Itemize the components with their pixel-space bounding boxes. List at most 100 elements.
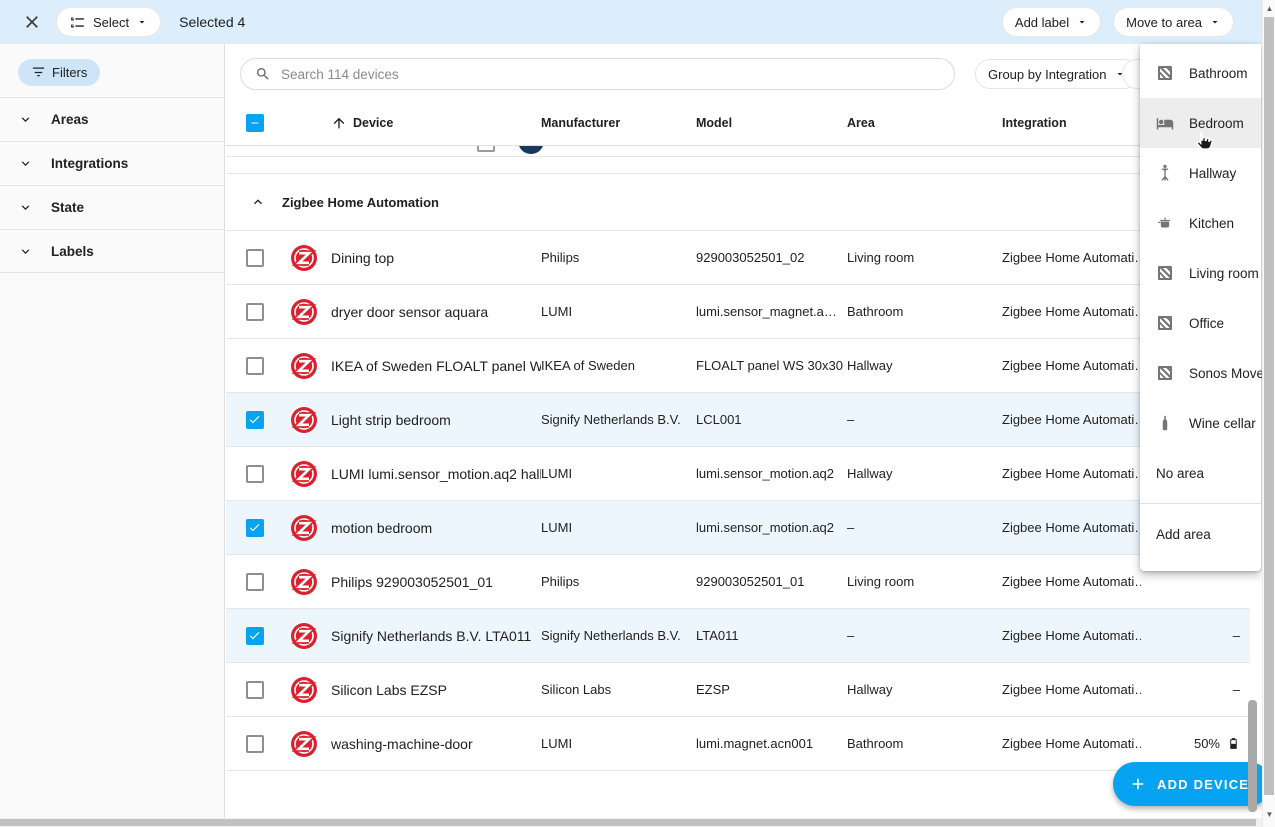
- device-manufacturer: Silicon Labs: [541, 682, 696, 697]
- table-row[interactable]: Light strip bedroomSignify Netherlands B…: [226, 393, 1250, 447]
- move-to-area-button[interactable]: Move to area: [1113, 7, 1234, 37]
- search-box[interactable]: [240, 58, 955, 90]
- device-manufacturer: Signify Netherlands B.V.: [541, 412, 696, 427]
- row-checkbox[interactable]: [246, 735, 264, 753]
- column-header-integration[interactable]: Integration: [1002, 116, 1141, 130]
- row-checkbox[interactable]: [477, 146, 495, 152]
- column-header-manufacturer[interactable]: Manufacturer: [541, 116, 696, 130]
- mouse-cursor: [1192, 130, 1214, 154]
- menu-item-bathroom[interactable]: Bathroom: [1140, 48, 1261, 98]
- row-checkbox[interactable]: [246, 573, 264, 591]
- menu-item-label: Wine cellar: [1189, 416, 1256, 431]
- selected-count: Selected 4: [179, 14, 245, 30]
- menu-item-no-area[interactable]: No area: [1140, 448, 1261, 498]
- device-manufacturer: LUMI: [541, 304, 696, 319]
- device-model: lumi.sensor_motion.aq2: [696, 466, 847, 481]
- zigbee-integration-icon: [291, 461, 317, 487]
- menu-item-wine-cellar[interactable]: Wine cellar: [1140, 398, 1261, 448]
- horizontal-scrollbar[interactable]: [0, 818, 1262, 827]
- device-model: 929003052501_02: [696, 250, 847, 265]
- device-integration: Zigbee Home Automati…: [1002, 628, 1141, 643]
- menu-item-living-room[interactable]: Living room: [1140, 248, 1261, 298]
- device-area: –: [847, 520, 1002, 535]
- filters-chip[interactable]: Filters: [18, 59, 100, 86]
- select-mode-button[interactable]: Select: [56, 7, 161, 37]
- add-label-button-label: Add label: [1015, 15, 1069, 30]
- row-checkbox[interactable]: [246, 411, 264, 429]
- chevron-down-icon: [18, 244, 33, 259]
- page-scrollbar-thumb[interactable]: [1264, 17, 1274, 795]
- device-name: IKEA of Sweden FLOALT panel WS: [331, 358, 541, 374]
- sidebar-section-integrations[interactable]: Integrations: [0, 141, 224, 185]
- plus-icon: [1129, 775, 1147, 793]
- scroll-up-arrow[interactable]: ▲: [1263, 1, 1275, 15]
- group-by-label: Group by Integration: [988, 67, 1107, 82]
- search-input[interactable]: [281, 67, 940, 82]
- menu-item-sonos-move[interactable]: Sonos Move: [1140, 348, 1261, 398]
- row-checkbox[interactable]: [246, 627, 264, 645]
- menu-item-hallway[interactable]: Hallway: [1140, 148, 1261, 198]
- column-header-area[interactable]: Area: [847, 116, 1002, 130]
- row-checkbox[interactable]: [246, 681, 264, 699]
- zigbee-integration-icon: [291, 731, 317, 757]
- device-area: Hallway: [847, 682, 1002, 697]
- device-integration: Zigbee Home Automati…: [1002, 466, 1141, 481]
- device-manufacturer: Philips: [541, 574, 696, 589]
- sidebar-section-areas[interactable]: Areas: [0, 97, 224, 141]
- group-by-button[interactable]: Group by Integration: [975, 59, 1139, 89]
- device-integration: Zigbee Home Automati…: [1002, 736, 1141, 751]
- menu-item-kitchen[interactable]: Kitchen: [1140, 198, 1261, 248]
- bed-icon: [1156, 114, 1174, 133]
- sidebar-section-state[interactable]: State: [0, 185, 224, 229]
- device-area: Living room: [847, 574, 1002, 589]
- filter-icon: [31, 65, 46, 80]
- device-area: –: [847, 628, 1002, 643]
- sidebar-section-label: State: [51, 200, 84, 215]
- page-scrollbar[interactable]: ▲ ▼: [1262, 0, 1275, 827]
- sidebar-section-labels[interactable]: Labels: [0, 229, 224, 273]
- texture-icon: [1156, 366, 1174, 380]
- devices-table-panel: Group by Integration Device Manufacturer…: [226, 44, 1262, 818]
- device-model: lumi.magnet.acn001: [696, 736, 847, 751]
- column-header-device[interactable]: Device: [353, 116, 393, 130]
- menu-item-add-area[interactable]: Add area: [1140, 509, 1261, 559]
- row-checkbox[interactable]: [246, 357, 264, 375]
- group-header-zigbee[interactable]: Zigbee Home Automation: [226, 174, 1250, 231]
- menu-item-office[interactable]: Office: [1140, 298, 1261, 348]
- table-row[interactable]: motion bedroomLUMIlumi.sensor_motion.aq2…: [226, 501, 1250, 555]
- device-integration: Zigbee Home Automati…: [1002, 412, 1141, 427]
- integration-icon: [518, 146, 544, 154]
- table-header: Device Manufacturer Model Area Integrati…: [226, 100, 1250, 146]
- add-label-button[interactable]: Add label: [1002, 7, 1101, 37]
- device-battery: –: [1233, 682, 1240, 697]
- table-row[interactable]: dryer door sensor aquaraLUMIlumi.sensor_…: [226, 285, 1250, 339]
- selection-toolbar: Select Selected 4 Add label Move to area: [0, 0, 1262, 44]
- select-all-checkbox[interactable]: [246, 114, 264, 132]
- sort-ascending-icon[interactable]: [331, 115, 347, 131]
- table-row[interactable]: IKEA of Sweden FLOALT panel WSIKEA of Sw…: [226, 339, 1250, 393]
- device-area: Hallway: [847, 466, 1002, 481]
- row-checkbox[interactable]: [246, 465, 264, 483]
- table-row[interactable]: Silicon Labs EZSPSilicon LabsEZSPHallway…: [226, 663, 1250, 717]
- column-header-model[interactable]: Model: [696, 116, 847, 130]
- table-scrollbar-thumb[interactable]: [1248, 700, 1257, 812]
- table-row[interactable]: Philips 929003052501_01Philips9290030525…: [226, 555, 1250, 609]
- device-model: lumi.sensor_magnet.a…: [696, 304, 847, 319]
- menu-item-label: Hallway: [1189, 166, 1236, 181]
- pot-icon: [1156, 214, 1174, 232]
- table-row[interactable]: washing-machine-doorLUMIlumi.magnet.acn0…: [226, 717, 1250, 771]
- row-checkbox[interactable]: [246, 249, 264, 267]
- close-selection-button[interactable]: [14, 4, 50, 40]
- horizontal-scrollbar-thumb[interactable]: [0, 819, 1256, 826]
- table-row[interactable]: Dining topPhilips929003052501_02Living r…: [226, 231, 1250, 285]
- scroll-down-arrow[interactable]: ▼: [1263, 807, 1275, 821]
- texture-icon: [1156, 316, 1174, 330]
- menu-item-label: No area: [1156, 466, 1204, 481]
- device-manufacturer: Signify Netherlands B.V.: [541, 628, 696, 643]
- row-checkbox[interactable]: [246, 303, 264, 321]
- device-manufacturer: Philips: [541, 250, 696, 265]
- zigbee-integration-icon: [291, 353, 317, 379]
- table-row[interactable]: LUMI lumi.sensor_motion.aq2 hallwLUMIlum…: [226, 447, 1250, 501]
- table-row[interactable]: Signify Netherlands B.V. LTA011Signify N…: [226, 609, 1250, 663]
- row-checkbox[interactable]: [246, 519, 264, 537]
